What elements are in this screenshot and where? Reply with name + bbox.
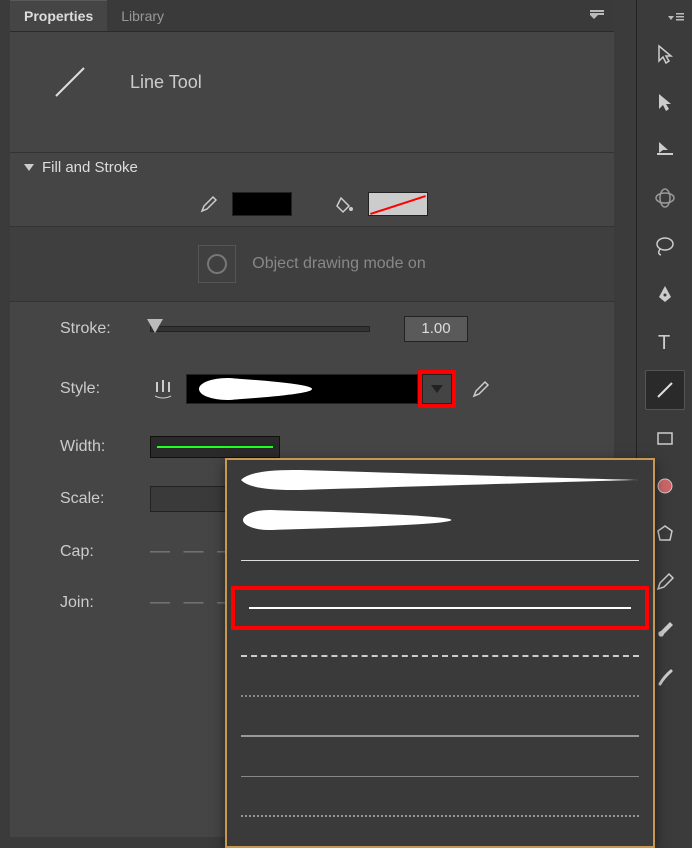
pen-tool[interactable] (645, 274, 685, 314)
3d-rotation-tool[interactable] (645, 178, 685, 218)
color-row (10, 182, 614, 226)
cap-label: Cap: (60, 543, 150, 561)
style-option-solid[interactable] (231, 586, 649, 630)
scale-label: Scale: (60, 490, 150, 508)
stroke-color-swatch[interactable] (232, 192, 292, 216)
svg-text:T: T (658, 332, 670, 353)
style-option-variable-2[interactable] (227, 500, 653, 540)
style-row: Style: (10, 356, 614, 422)
fill-color-swatch[interactable] (368, 192, 428, 216)
tab-library[interactable]: Library (107, 1, 178, 31)
style-label: Style: (60, 380, 150, 398)
stroke-style-dropdown-menu (225, 458, 655, 848)
pencil-stroke-icon (196, 194, 222, 214)
line-tool[interactable] (645, 370, 685, 410)
style-option-hairline[interactable] (227, 540, 653, 580)
stroke-style-preview[interactable] (186, 374, 418, 404)
brush-library-icon[interactable] (150, 378, 176, 400)
object-drawing-toggle[interactable] (198, 245, 236, 283)
disclosure-triangle-icon (24, 164, 34, 171)
lasso-tool[interactable] (645, 226, 685, 266)
paint-bucket-fill-icon (332, 194, 358, 214)
stroke-weight-input[interactable]: 1.00 (404, 316, 468, 342)
tools-panel-menu-icon[interactable] (660, 8, 692, 26)
object-drawing-label: Object drawing mode on (252, 255, 425, 273)
width-profile-select[interactable] (150, 436, 280, 458)
stroke-row: Stroke: 1.00 (10, 302, 614, 356)
style-option-ragged[interactable] (227, 716, 653, 756)
style-option-dotted[interactable] (227, 676, 653, 716)
style-option-hatched[interactable] (227, 796, 653, 836)
subselection-tool[interactable] (645, 82, 685, 122)
rectangle-tool[interactable] (645, 418, 685, 458)
tab-properties[interactable]: Properties (10, 0, 107, 31)
join-label: Join: (60, 594, 150, 612)
width-label: Width: (60, 438, 150, 456)
section-header-fill-stroke[interactable]: Fill and Stroke (10, 153, 614, 182)
text-tool[interactable]: T (645, 322, 685, 362)
style-option-dashed[interactable] (227, 636, 653, 676)
object-drawing-row: Object drawing mode on (10, 226, 614, 302)
panel-tab-bar: Properties Library (10, 0, 614, 32)
panel-menu-icon[interactable] (582, 10, 614, 22)
style-option-stipple[interactable] (227, 756, 653, 796)
selection-tool[interactable] (645, 34, 685, 74)
tool-header: Line Tool (10, 32, 614, 152)
style-dropdown-highlight (418, 370, 456, 408)
free-transform-tool[interactable] (645, 130, 685, 170)
section-title: Fill and Stroke (42, 159, 138, 176)
edit-stroke-style-icon[interactable] (468, 379, 494, 399)
stroke-style-dropdown-button[interactable] (422, 374, 452, 404)
tool-name-label: Line Tool (130, 72, 202, 93)
stroke-weight-slider[interactable] (150, 326, 370, 332)
stroke-label: Stroke: (60, 320, 150, 338)
style-option-variable-1[interactable] (227, 460, 653, 500)
line-tool-icon (40, 52, 100, 112)
